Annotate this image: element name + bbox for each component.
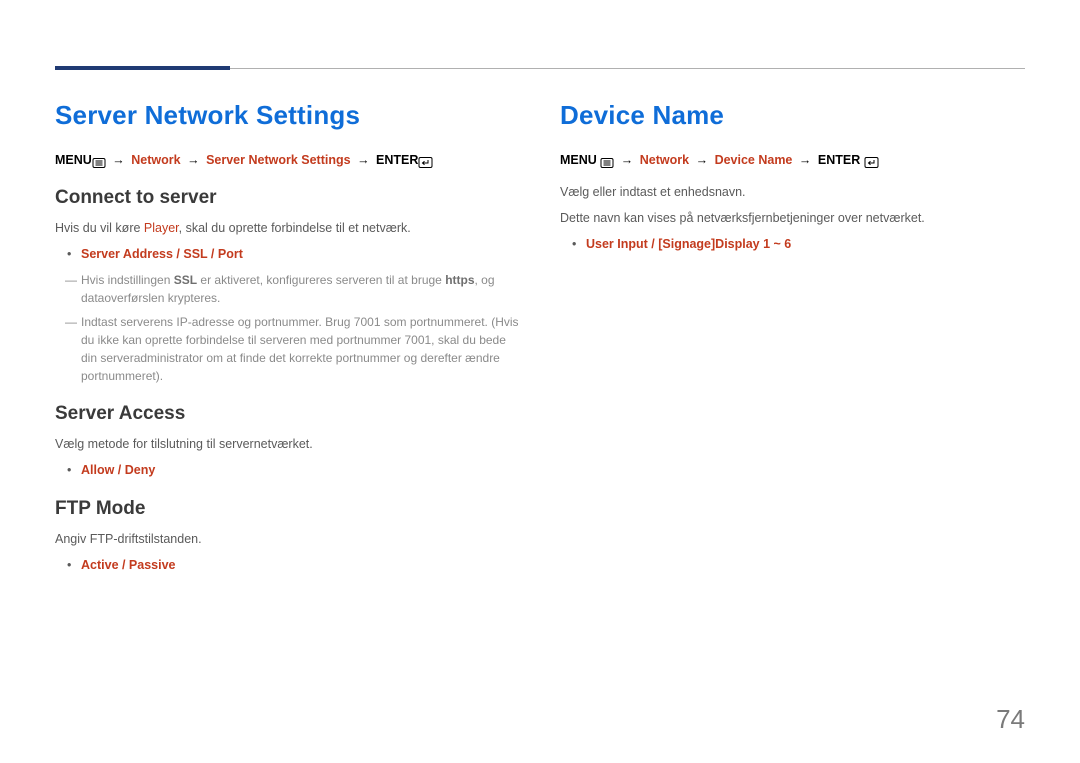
note-ssl: Hvis indstillingen SSL er aktiveret, kon… (55, 271, 520, 307)
bullet-red: Active / Passive (81, 558, 176, 572)
ssl-bold: SSL (174, 273, 197, 287)
bullet-red: Server Address / SSL / Port (81, 247, 243, 261)
arrow-icon: → (693, 153, 712, 167)
heading-server-access: Server Access (55, 403, 520, 425)
body-connect: Hvis du vil køre Player, skal du oprette… (55, 219, 520, 237)
text: er aktiveret, konfigureres serveren til … (197, 273, 445, 287)
arrow-icon: → (618, 153, 637, 167)
right-column: Device Name MENU → Network → Device Name… (560, 100, 1025, 582)
arrow-icon: → (354, 153, 373, 167)
bullet-red: User Input / [Signage]Display 1 ~ 6 (586, 237, 791, 251)
columns: Server Network Settings MENU → Network →… (55, 100, 1025, 582)
body-server-access: Vælg metode for tilslutning til serverne… (55, 435, 520, 453)
section-title-server-network: Server Network Settings (55, 100, 520, 131)
note-ip-port: Indtast serverens IP-adresse og portnumm… (55, 313, 520, 385)
bullets-ftp-mode: Active / Passive (55, 556, 520, 575)
arrow-icon: → (109, 153, 128, 167)
breadcrumb-left: MENU → Network → Server Network Settings… (55, 153, 520, 169)
bullets-device-name: User Input / [Signage]Display 1 ~ 6 (560, 235, 1025, 254)
bullet-server-address: Server Address / SSL / Port (55, 245, 520, 264)
section-title-device-name: Device Name (560, 100, 1025, 131)
page-number: 74 (996, 704, 1025, 735)
crumb-menu: MENU (55, 153, 92, 167)
text: Hvis indstillingen (81, 273, 174, 287)
crumb-menu: MENU (560, 153, 597, 167)
heading-ftp-mode: FTP Mode (55, 498, 520, 520)
notes-connect: Hvis indstillingen SSL er aktiveret, kon… (55, 271, 520, 385)
body-device-name-2: Dette navn kan vises på netværksfjernbet… (560, 209, 1025, 227)
bullet-red: Allow / Deny (81, 463, 155, 477)
text: Hvis du vil køre (55, 221, 144, 235)
crumb-network: Network (131, 153, 180, 167)
menu-icon (600, 155, 614, 169)
left-column: Server Network Settings MENU → Network →… (55, 100, 520, 582)
https-bold: https (445, 273, 474, 287)
bullets-server-access: Allow / Deny (55, 461, 520, 480)
crumb-enter: ENTER (376, 153, 418, 167)
enter-icon (864, 155, 879, 169)
body-device-name-1: Vælg eller indtast et enhedsnavn. (560, 183, 1025, 201)
crumb-device-name: Device Name (715, 153, 793, 167)
heading-connect-to-server: Connect to server (55, 187, 520, 209)
crumb-server-network-settings: Server Network Settings (206, 153, 351, 167)
enter-icon (418, 155, 433, 169)
body-ftp-mode: Angiv FTP-driftstilstanden. (55, 530, 520, 548)
bullets-connect: Server Address / SSL / Port (55, 245, 520, 264)
text: , skal du oprette forbindelse til et net… (179, 221, 411, 235)
menu-icon (92, 155, 106, 169)
crumb-network: Network (640, 153, 689, 167)
player-red: Player (144, 221, 179, 235)
arrow-icon: → (796, 153, 815, 167)
bullet-user-input: User Input / [Signage]Display 1 ~ 6 (560, 235, 1025, 254)
bullet-active-passive: Active / Passive (55, 556, 520, 575)
breadcrumb-right: MENU → Network → Device Name → ENTER (560, 153, 1025, 169)
page: Server Network Settings MENU → Network →… (0, 0, 1080, 763)
bullet-allow-deny: Allow / Deny (55, 461, 520, 480)
header-thick-bar (55, 66, 230, 70)
crumb-enter: ENTER (818, 153, 860, 167)
arrow-icon: → (184, 153, 203, 167)
